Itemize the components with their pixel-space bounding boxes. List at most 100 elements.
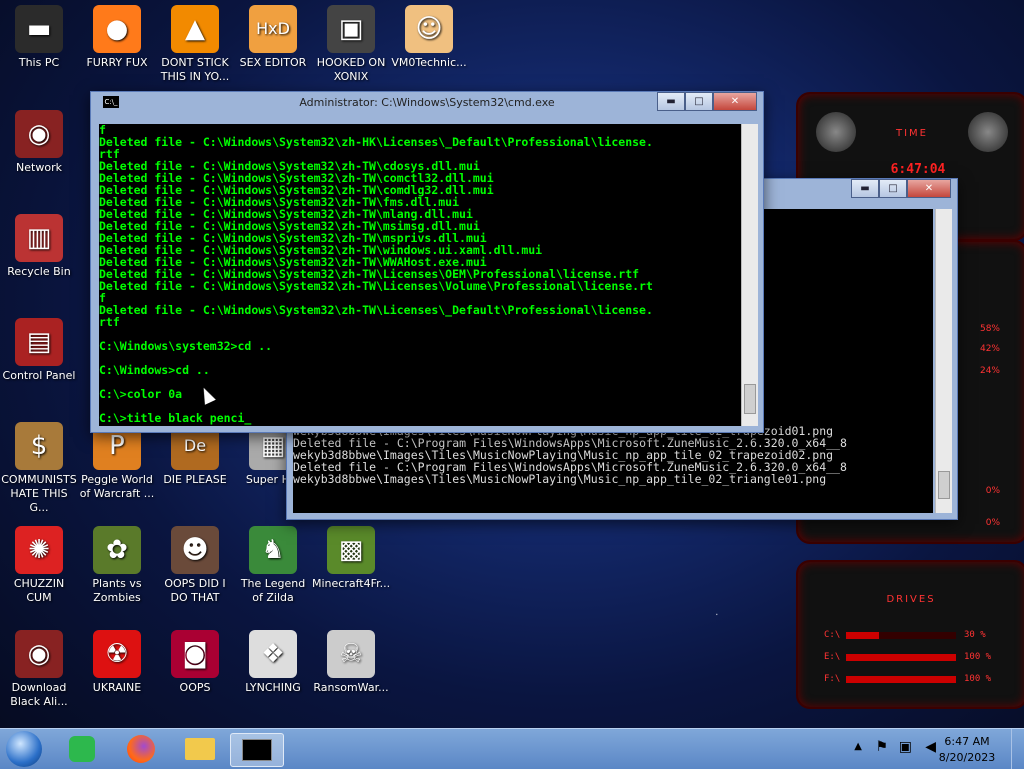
desktop-icon[interactable]: ☻ OOPS DID I DO THAT	[156, 526, 234, 605]
console-line: Deleted file - C:\Windows\System32\zh-TW…	[99, 279, 653, 293]
desktop-icon[interactable]: ▣ HOOKED ON XONIX	[312, 5, 390, 84]
console-line: rtf	[99, 315, 120, 329]
drive-name: C:\	[824, 630, 841, 640]
desktop-icon-label: Peggle World of Warcraft ...	[79, 473, 155, 500]
desktop-icon-label: DIE PLEASE	[163, 473, 227, 486]
console-line: C:\>color 0a	[99, 387, 183, 401]
notes-app-button[interactable]	[58, 733, 106, 765]
desktop-icon[interactable]: ▲ DONT STICK THIS IN YO...	[156, 5, 234, 84]
maximize-button[interactable]: □	[879, 179, 907, 198]
desktop-icon-label: DONT STICK THIS IN YO...	[160, 56, 230, 83]
cmd-window[interactable]: C:\_ Administrator: C:\Windows\System32\…	[90, 91, 764, 433]
desktop-icon-label: Control Panel	[2, 369, 76, 382]
gadget-time-label: TIME	[895, 128, 928, 139]
maximize-button[interactable]: □	[685, 92, 713, 111]
desktop-icon[interactable]: ◉ Network	[0, 110, 78, 175]
clock-time[interactable]: 6:47 AM	[932, 735, 1002, 748]
drive-usage-fill	[846, 676, 956, 683]
vlc-icon: ▲	[171, 5, 219, 53]
desktop-icon[interactable]: $ COMMUNISTS HATE THIS G...	[0, 422, 78, 515]
minimize-button[interactable]: ▬	[851, 179, 879, 198]
show-desktop-button[interactable]	[1011, 729, 1024, 769]
cmd-icon	[242, 739, 272, 761]
desktop-icon-label: The Legend of Zilda	[240, 577, 306, 604]
drive-row: C:\ 30 %	[824, 630, 1004, 642]
cmd-taskbar-button[interactable]	[230, 733, 284, 767]
skull-icon: ☠	[327, 630, 375, 678]
portrait-icon: ☻	[171, 526, 219, 574]
console2-scrollbar[interactable]	[935, 209, 952, 513]
console-line: C:\Windows>cd ..	[99, 363, 210, 377]
desktop-icon[interactable]: ◙ OOPS	[156, 630, 234, 695]
desktop-icon-label: OOPS DID I DO THAT	[164, 577, 226, 604]
desktop-icon-label: RansomWar...	[313, 681, 389, 694]
desktop-icon[interactable]: ❖ LYNCHING	[234, 630, 312, 695]
network-icon[interactable]: ▣	[899, 739, 912, 755]
desktop-icon[interactable]: ☠ RansomWar...	[312, 630, 390, 695]
desktop-icon[interactable]: P Peggle World of Warcraft ...	[78, 422, 156, 501]
desktop-icon-label: Network	[16, 161, 62, 174]
computer-icon: ▬	[15, 5, 63, 53]
ornament-icon: ❖	[249, 630, 297, 678]
gadget-readout-5: 0%	[985, 518, 1000, 528]
console-line: Deleted file - C:\Windows\System32\zh-HK…	[99, 135, 653, 149]
desktop-icon[interactable]: ▤ Control Panel	[0, 318, 78, 383]
minecraft-icon: ▩	[327, 526, 375, 574]
gadget-alien-left-icon	[816, 112, 856, 152]
desktop-icon[interactable]: HxD SEX EDITOR	[234, 5, 312, 70]
desktop-icon-label: HOOKED ON XONIX	[316, 56, 386, 83]
firefox-button[interactable]	[117, 733, 165, 765]
drive-usage-bar	[846, 632, 956, 639]
desktop-icon[interactable]: ▬ This PC	[0, 5, 78, 70]
notes-app-icon	[69, 736, 95, 762]
scrollbar-thumb[interactable]	[744, 384, 756, 414]
desktop-icon-label: Recycle Bin	[7, 265, 71, 278]
minimize-button[interactable]: ▬	[657, 92, 685, 111]
desktop-icon[interactable]: ◉ Download Black Ali...	[0, 630, 78, 709]
desktop-icon-label: COMMUNISTS HATE THIS G...	[1, 473, 77, 514]
desktop-icon[interactable]: ✿ Plants vs Zombies	[78, 526, 156, 605]
drive-row: E:\ 100 %	[824, 652, 1004, 664]
control-panel-icon: ▤	[15, 318, 63, 366]
cmd-output[interactable]: f Deleted file - C:\Windows\System32\zh-H…	[99, 124, 741, 426]
desktop-icon-label: SEX EDITOR	[239, 56, 307, 69]
close-button[interactable]: ✕	[713, 92, 757, 111]
desktop-icon[interactable]: ♞ The Legend of Zilda	[234, 526, 312, 605]
drive-percent: 100 %	[964, 652, 992, 662]
desktop-icon[interactable]: ☺ VM0Technic...	[390, 5, 468, 70]
flower-icon: ✿	[93, 526, 141, 574]
gadget-readout-2: 42%	[979, 344, 1000, 354]
drive-percent: 30 %	[964, 630, 986, 640]
console-line: Deleted file - C:\Windows\System32\zh-TW…	[99, 303, 653, 317]
gadget-alien-right-icon	[968, 112, 1008, 152]
gadget-drives-label: DRIVES	[886, 594, 936, 605]
desktop-icon[interactable]: ☢ UKRAINE	[78, 630, 156, 695]
desktop-icon-label: Download Black Ali...	[10, 681, 68, 708]
drive-name: F:\	[824, 674, 841, 684]
firefox-icon: ●	[93, 5, 141, 53]
drive-usage-fill	[846, 654, 956, 661]
gadget-readout-1: 58%	[979, 324, 1000, 334]
clock-date[interactable]: 8/20/2023	[932, 751, 1002, 764]
close-button[interactable]: ✕	[907, 179, 951, 198]
drive-percent: 100 %	[964, 674, 992, 684]
scrollbar-thumb[interactable]	[938, 471, 950, 499]
zelda-icon: ♞	[249, 526, 297, 574]
cmd-scrollbar[interactable]	[741, 124, 758, 426]
desktop-icon[interactable]: ✺ CHUZZIN CUM	[0, 526, 78, 605]
cmd-titlebar[interactable]: C:\_ Administrator: C:\Windows\System32\…	[91, 92, 763, 114]
file-explorer-button[interactable]	[176, 733, 224, 765]
show-hidden-icons-icon[interactable]: ▲	[854, 741, 862, 752]
start-button[interactable]	[6, 731, 42, 767]
desktop-icon-label: CHUZZIN CUM	[13, 577, 65, 604]
desktop-icon[interactable]: ▩ Minecraft4Fr...	[312, 526, 390, 591]
file-explorer-icon	[185, 738, 215, 760]
desktop-icon[interactable]: ● FURRY FUX	[78, 5, 156, 70]
flag-icon[interactable]: ⚑	[875, 739, 888, 755]
desktop-icon[interactable]: ▥ Recycle Bin	[0, 214, 78, 279]
radiation-icon: ☢	[93, 630, 141, 678]
desktop-icon-label: VM0Technic...	[391, 56, 467, 69]
alien-drives-gadget[interactable]: DRIVES C:\ 30 % E:\ 100 % F:\ 100 %	[796, 560, 1024, 709]
money-bag-icon: $	[15, 422, 63, 470]
